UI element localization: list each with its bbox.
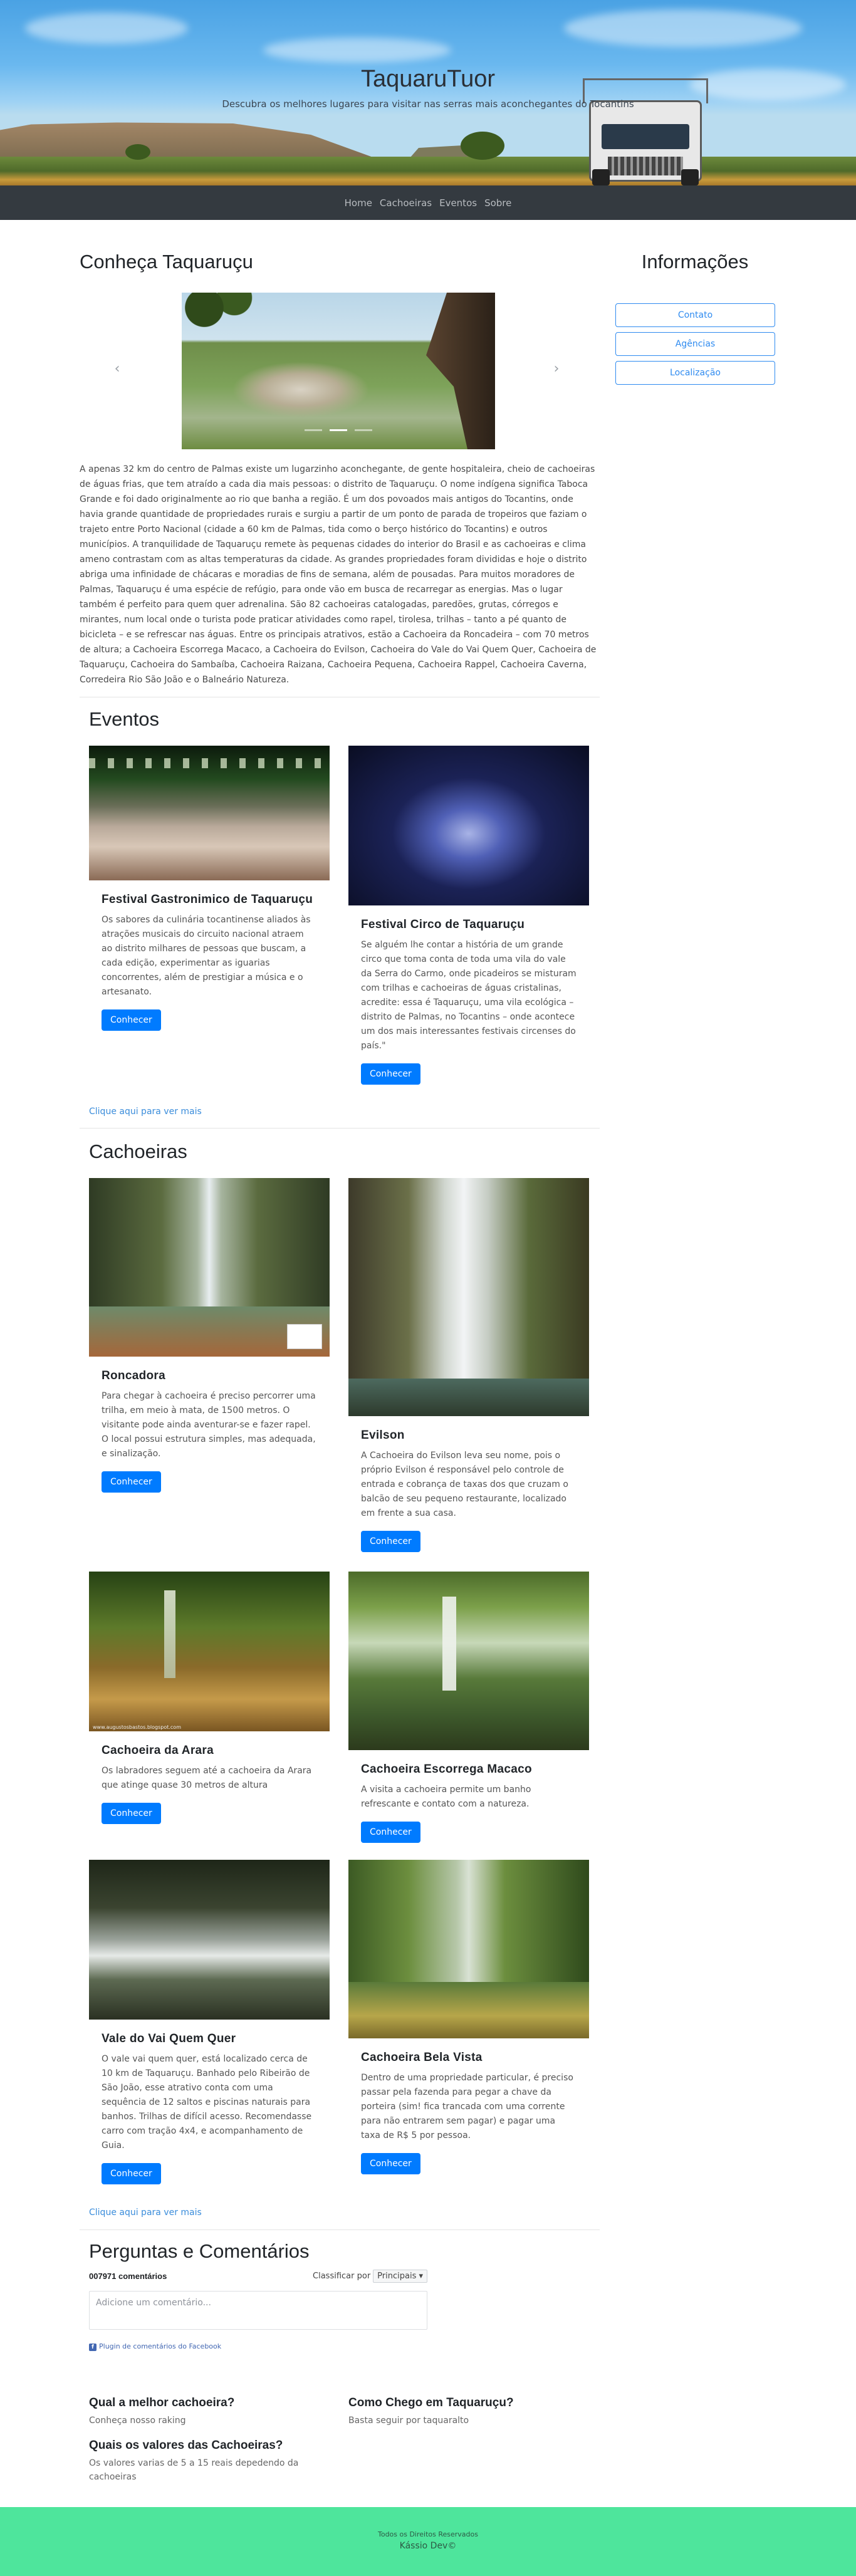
- intro-text: A apenas 32 km do centro de Palmas exist…: [80, 464, 597, 685]
- card-title: Cachoeira Escorrega Macaco: [361, 1763, 532, 1776]
- faq-item: Como Chego em Taquaruçu? Basta seguir po…: [348, 2396, 589, 2427]
- faq-answer: Os valores varias de 5 a 15 reais depede…: [89, 2458, 299, 2482]
- localizacao-button[interactable]: Localização: [615, 361, 775, 385]
- card-text: Os sabores da culinária tocantinense ali…: [102, 915, 311, 997]
- site-subtitle: Descubra os melhores lugares para visita…: [222, 98, 634, 110]
- hero-banner: TaquaruTuor Descubra os melhores lugares…: [0, 0, 856, 185]
- waterfall-photo: [348, 1572, 589, 1750]
- contato-button[interactable]: Contato: [615, 303, 775, 327]
- main-navbar: Home Cachoeiras Eventos Sobre: [0, 185, 856, 220]
- card-title: Festival Circo de Taquaruçu: [361, 918, 525, 931]
- faq-question: Quais os valores das Cachoeiras?: [89, 2439, 283, 2452]
- card-text: Os labradores seguem até a cachoeira da …: [102, 1766, 312, 1790]
- waterfall-photo: www.augustosbastos.blogspot.com: [89, 1572, 330, 1731]
- mountain-image: [0, 122, 389, 163]
- faq-question: Qual a melhor cachoeira?: [89, 2396, 235, 2409]
- agencias-button[interactable]: Agências: [615, 332, 775, 356]
- nav-eventos[interactable]: Eventos: [439, 197, 477, 209]
- conhecer-button[interactable]: Conhecer: [102, 2163, 161, 2184]
- waterfall-card: Cachoeira Escorrega Macaco A visita a ca…: [348, 1572, 589, 1843]
- carousel-indicator[interactable]: [305, 429, 322, 431]
- nav-home[interactable]: Home: [345, 197, 372, 209]
- cachoeiras-title: Cachoeiras: [89, 1140, 187, 1162]
- conhecer-button[interactable]: Conhecer: [361, 2153, 420, 2174]
- conhecer-button[interactable]: Conhecer: [361, 1822, 420, 1843]
- sort-select[interactable]: Principais ▾: [373, 2270, 427, 2283]
- waterfall-photo: [348, 1860, 589, 2038]
- photo-watermark: www.augustosbastos.blogspot.com: [93, 1724, 181, 1730]
- card-text: A visita a cachoeira permite um banho re…: [361, 1785, 531, 1809]
- faq-answer: Conheça nosso raking: [89, 2416, 186, 2426]
- carousel-next-icon[interactable]: ›: [549, 362, 564, 377]
- carousel-indicator-active[interactable]: [330, 429, 347, 431]
- conhecer-button[interactable]: Conhecer: [102, 1471, 161, 1493]
- footer: Todos os Direitos Reservados Kássio Dev©: [0, 2507, 856, 2576]
- comment-count: 007971 comentários: [89, 2271, 167, 2281]
- card-text: Dentro de uma propriedade particular, é …: [361, 2073, 573, 2141]
- sort-label: Classificar por: [313, 2271, 371, 2281]
- carousel-indicator[interactable]: [355, 429, 372, 431]
- waterfall-photo: [89, 1860, 330, 2020]
- waterfall-card: Vale do Vai Quem Quer O vale vai quem qu…: [89, 1860, 330, 2184]
- card-text: Para chegar à cachoeira é preciso percor…: [102, 1391, 316, 1459]
- carousel-prev-icon[interactable]: ‹: [110, 362, 125, 377]
- photo-carousel: ‹ ›: [80, 293, 600, 449]
- event-card: Festival Gastronimico de Taquaruçu Os sa…: [89, 746, 330, 1031]
- eventos-more-link[interactable]: Clique aqui para ver mais: [89, 1107, 202, 1117]
- nav-sobre[interactable]: Sobre: [484, 197, 511, 209]
- faq-item: Qual a melhor cachoeira? Conheça nosso r…: [89, 2396, 330, 2427]
- conheca-title: Conheça Taquaruçu: [80, 251, 253, 273]
- faq-item: Quais os valores das Cachoeiras? Os valo…: [89, 2439, 330, 2484]
- facebook-comments: 007971 comentários Classificar por Princi…: [89, 2270, 427, 2351]
- waterfall-photo: [89, 1178, 330, 1357]
- carousel-slide-image: [182, 293, 495, 449]
- card-text: O vale vai quem quer, está localizado ce…: [102, 2054, 312, 2151]
- card-title: Vale do Vai Quem Quer: [102, 2032, 236, 2045]
- event-photo: [89, 746, 330, 880]
- waterfall-photo: [348, 1178, 589, 1416]
- card-text: Se alguém lhe contar a história de um gr…: [361, 940, 577, 1051]
- faq-answer: Basta seguir por taquaralto: [348, 2416, 469, 2426]
- waterfall-card: Cachoeira Bela Vista Dentro de uma propr…: [348, 1860, 589, 2174]
- card-title: Cachoeira da Arara: [102, 1744, 214, 1757]
- comment-input[interactable]: Adicione um comentário...: [89, 2291, 427, 2330]
- facebook-icon: f: [89, 2344, 97, 2351]
- card-title: Roncadora: [102, 1369, 165, 1382]
- card-text: A Cachoeira do Evilson leva seu nome, po…: [361, 1451, 568, 1518]
- card-title: Evilson: [361, 1429, 405, 1442]
- event-photo: [348, 746, 589, 905]
- site-title: TaquaruTuor: [360, 66, 496, 92]
- conhecer-button[interactable]: Conhecer: [361, 1531, 420, 1552]
- waterfall-card: www.augustosbastos.blogspot.com Cachoeir…: [89, 1572, 330, 1824]
- footer-rights: Todos os Direitos Reservados: [377, 2530, 478, 2538]
- waterfall-card: Evilson A Cachoeira do Evilson leva seu …: [348, 1178, 589, 1552]
- conhecer-button[interactable]: Conhecer: [361, 1063, 420, 1085]
- sidebar-title: Informações: [641, 251, 749, 273]
- conhecer-button[interactable]: Conhecer: [102, 1009, 161, 1031]
- eventos-title: Eventos: [89, 708, 160, 730]
- plugin-label[interactable]: Plugin de comentários do Facebook: [99, 2342, 221, 2350]
- cachoeiras-more-link[interactable]: Clique aqui para ver mais: [89, 2208, 202, 2218]
- nav-cachoeiras[interactable]: Cachoeiras: [380, 197, 432, 209]
- footer-author: Kássio Dev©: [399, 2541, 457, 2551]
- faq-question: Como Chego em Taquaruçu?: [348, 2396, 514, 2409]
- card-title: Festival Gastronimico de Taquaruçu: [102, 893, 313, 906]
- event-card: Festival Circo de Taquaruçu Se alguém lh…: [348, 746, 589, 1085]
- conhecer-button[interactable]: Conhecer: [102, 1803, 161, 1824]
- waterfall-card: Roncadora Para chegar à cachoeira é prec…: [89, 1178, 330, 1493]
- comentarios-title: Perguntas e Comentários: [89, 2240, 310, 2262]
- card-title: Cachoeira Bela Vista: [361, 2051, 483, 2064]
